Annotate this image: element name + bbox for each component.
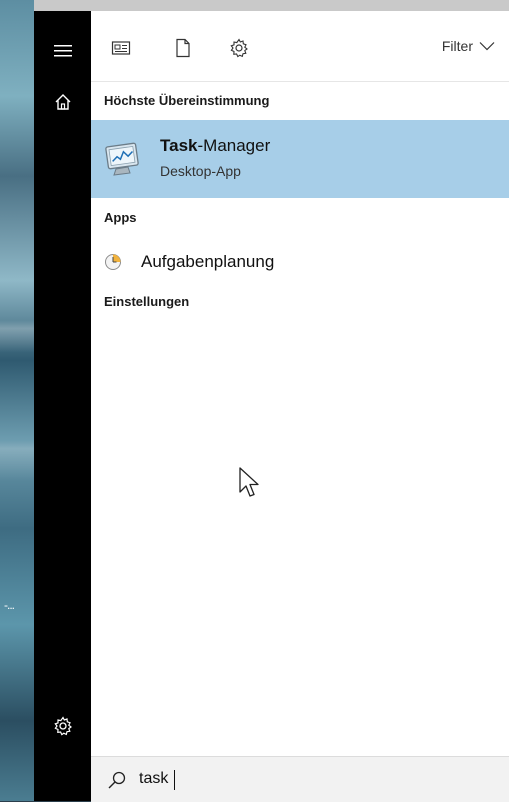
text-caret <box>174 770 175 790</box>
best-match-heading: Höchste Übereinstimmung <box>104 93 270 108</box>
best-match-subtitle: Desktop-App <box>160 163 241 179</box>
document-icon[interactable] <box>169 36 197 60</box>
search-icon <box>108 771 126 789</box>
settings-heading: Einstellungen <box>104 294 190 309</box>
settings-gear-icon[interactable] <box>34 706 91 746</box>
best-match-title: Task-Manager <box>160 136 270 156</box>
news-icon[interactable] <box>107 36 135 60</box>
apps-heading: Apps <box>104 210 137 225</box>
best-match-title-bold: Task <box>160 136 198 155</box>
best-match-title-rest: -Manager <box>197 136 271 155</box>
filter-label: Filter <box>441 38 473 54</box>
mouse-pointer-icon <box>239 467 259 497</box>
search-bar[interactable] <box>91 756 509 802</box>
wallpaper-truncated-label: -... <box>4 598 15 612</box>
filter-dropdown[interactable]: Filter <box>442 38 495 54</box>
task-scheduler-clock-icon <box>104 253 122 271</box>
home-icon[interactable] <box>34 82 91 122</box>
hamburger-menu-icon[interactable] <box>34 31 91 71</box>
results-toolbar: Filter <box>91 11 509 82</box>
search-input[interactable] <box>139 768 439 790</box>
task-manager-icon <box>104 142 142 176</box>
start-left-rail <box>34 11 91 801</box>
desktop-wallpaper: -... <box>0 0 34 801</box>
settings-gear-icon[interactable] <box>225 36 253 60</box>
app-result-label: Aufgabenplanung <box>141 252 275 271</box>
search-results-panel: Filter Höchste Übereinstimmung Task-Mana… <box>91 11 509 756</box>
best-match-result-task-manager[interactable]: Task-Manager Desktop-App <box>91 120 509 198</box>
app-result-aufgabenplanung[interactable]: Aufgabenplanung <box>91 247 509 277</box>
chevron-down-icon <box>479 42 495 51</box>
